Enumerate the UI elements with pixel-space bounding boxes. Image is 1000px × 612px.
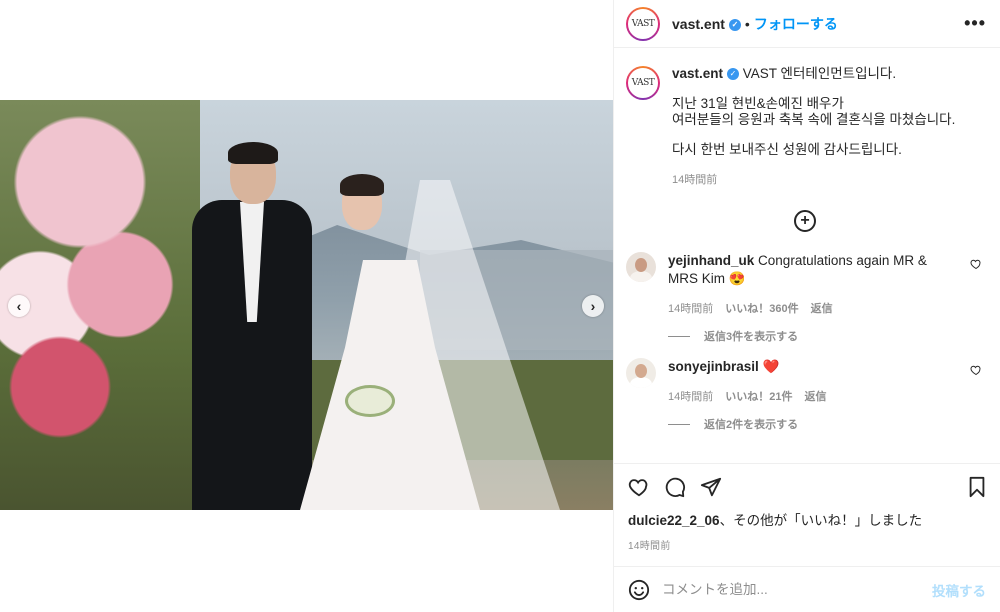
more-options-icon[interactable]: ••• [964,13,986,34]
post-photo[interactable] [0,100,613,510]
caption-body: vast.ent ✓ VAST 엔터테인먼트입니다. 지난 31일 현빈&손예진 … [672,66,955,188]
chevron-right-icon: › [590,298,596,314]
next-photo-button[interactable]: › [582,295,604,317]
reply-button[interactable]: 返信 [811,300,833,316]
comment-username[interactable]: yejinhand_uk [668,253,754,268]
comment-meta: 14時間前 いいね！21件 返信 [668,388,960,404]
comment-item: sonyejinbrasil ❤️ 14時間前 いいね！21件 返信 返信2件を… [626,358,984,432]
caption-text-line-4: 다시 한번 보내주신 성원에 감사드립니다. [672,142,902,157]
verified-badge-icon: ✓ [727,68,740,81]
reply-button[interactable]: 返信 [805,388,827,404]
load-more-comments-button[interactable]: + [626,210,984,232]
comment-likes[interactable]: いいね！21件 [725,388,792,404]
verified-badge-icon: ✓ [728,18,741,31]
liked-by-suffix[interactable]: 、その他が「いいね！」しました [720,513,923,528]
post-comment-button[interactable]: 投稿する [932,580,986,600]
comment-time[interactable]: 14時間前 [668,300,713,316]
view-replies-button[interactable]: 返信3件を表示する [668,328,960,344]
comment-text: ❤️ [762,359,780,374]
previous-photo-button[interactable]: ‹ [8,295,30,317]
comment-item: yejinhand_uk Congratulations again MR & … [626,252,984,344]
instagram-post-view: ‹ › VAST vast.ent ✓ • フォローする ••• VAST va… [0,0,1000,612]
likes-summary: dulcie22_2_06、その他が「いいね！」しました [614,509,1000,529]
caption-text-line-3: 여러분들의 응원과 축복 속에 결혼식을 마쳤습니다. [672,112,956,127]
like-comment-heart-icon[interactable] [970,258,982,270]
comment-meta: 14時間前 いいね！360件 返信 [668,300,960,316]
caption-avatar[interactable]: VAST [626,66,660,100]
post-time[interactable]: 14時間前 [614,529,1000,552]
caption-text-line-1: VAST 엔터테인먼트입니다. [742,66,897,81]
comments-area: VAST vast.ent ✓ VAST 엔터테인먼트입니다. 지난 31일 현빈… [614,48,1000,463]
comment-input[interactable] [662,582,932,597]
liked-by-username[interactable]: dulcie22_2_06 [628,513,720,528]
view-replies-button[interactable]: 返信2件を表示する [668,416,960,432]
bride [300,170,560,510]
media-pane: ‹ › [0,0,613,612]
comment-bubble-icon[interactable] [664,476,686,498]
share-paper-plane-icon[interactable] [700,476,722,498]
post-side-panel: VAST vast.ent ✓ • フォローする ••• VAST vast.en… [613,0,1000,612]
avatar[interactable]: VAST [626,6,660,41]
comment-username[interactable]: sonyejinbrasil [668,359,759,374]
comment-avatar[interactable] [626,358,656,388]
comment-likes[interactable]: いいね！360件 [725,300,798,316]
post-header: VAST vast.ent ✓ • フォローする ••• [614,0,1000,48]
chevron-left-icon: ‹ [16,298,22,314]
like-comment-heart-icon[interactable] [970,364,982,376]
follow-button[interactable]: フォローする [754,14,838,34]
separator-dot: • [744,15,750,32]
caption-time: 14時間前 [672,174,718,186]
add-comment-bar: 投稿する [614,566,1000,612]
comment-avatar[interactable] [626,252,656,282]
emoji-smile-icon[interactable] [628,579,650,601]
bouquet [345,385,395,417]
comment-time[interactable]: 14時間前 [668,388,713,404]
flower-arch [0,100,200,510]
avatar-logo: VAST [628,8,658,39]
like-heart-icon[interactable] [628,476,650,498]
caption: VAST vast.ent ✓ VAST 엔터테인먼트입니다. 지난 31일 현빈… [626,66,984,188]
post-actions-bar [614,463,1000,509]
plus-circle-icon: + [794,210,816,232]
caption-username[interactable]: vast.ent [672,66,723,81]
bookmark-icon[interactable] [966,476,988,498]
groom [192,140,312,510]
caption-text-line-2: 지난 31일 현빈&손예진 배우가 [672,96,844,111]
header-username[interactable]: vast.ent ✓ [672,16,741,32]
